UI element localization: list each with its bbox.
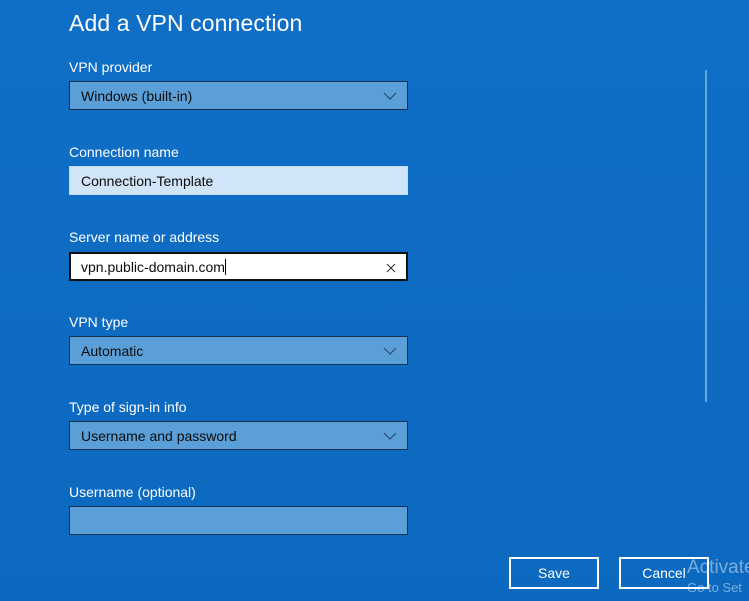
vpn-type-label: VPN type [69, 314, 129, 330]
connection-name-value: Connection-Template [81, 173, 214, 189]
watermark-line-2: Go to Set [687, 580, 742, 595]
sign-in-type-value: Username and password [81, 428, 237, 444]
scrollbar[interactable] [705, 70, 707, 402]
vpn-provider-value: Windows (built-in) [81, 88, 193, 104]
text-caret [224, 259, 226, 275]
sign-in-type-select[interactable]: Username and password [69, 421, 408, 450]
watermark-line-1: Activate [687, 557, 749, 578]
vpn-settings-page: Add a VPN connection VPN provider Window… [0, 0, 749, 601]
clear-icon[interactable] [385, 261, 397, 273]
chevron-down-icon [383, 429, 397, 443]
server-name-input[interactable]: vpn.public-domain.com [69, 252, 408, 281]
chevron-down-icon [383, 89, 397, 103]
save-button[interactable]: Save [509, 557, 599, 589]
server-name-label: Server name or address [69, 229, 220, 245]
page-title: Add a VPN connection [69, 10, 303, 36]
connection-name-input[interactable]: Connection-Template [69, 166, 408, 195]
username-input[interactable] [69, 506, 408, 535]
activation-watermark: Activate Go to Set [687, 558, 749, 594]
vpn-provider-select[interactable]: Windows (built-in) [69, 81, 408, 110]
vpn-type-value: Automatic [81, 343, 144, 359]
username-label: Username (optional) [69, 484, 196, 500]
server-name-text: vpn.public-domain.com [81, 259, 226, 275]
vpn-type-select[interactable]: Automatic [69, 336, 408, 365]
connection-name-label: Connection name [69, 144, 179, 160]
sign-in-type-label: Type of sign-in info [69, 399, 187, 415]
chevron-down-icon [383, 344, 397, 358]
vpn-provider-label: VPN provider [69, 59, 153, 75]
server-name-value: vpn.public-domain.com [81, 259, 225, 275]
